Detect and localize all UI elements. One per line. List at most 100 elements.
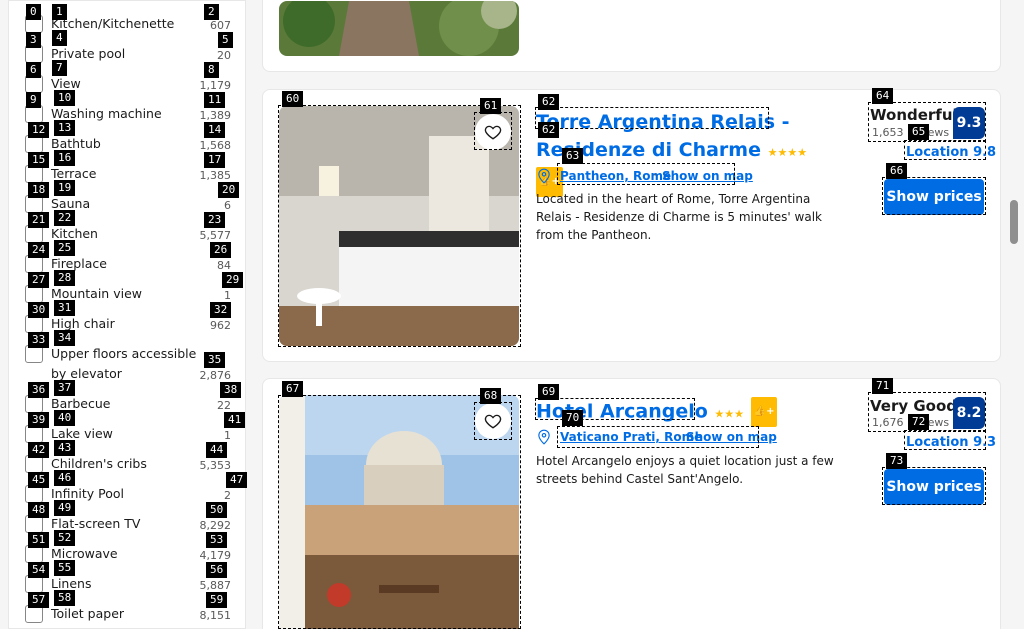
map-pin-icon xyxy=(538,168,550,184)
annotation-badge: 3 xyxy=(26,32,41,48)
heart-icon xyxy=(484,125,502,140)
filter-count: 6 xyxy=(224,199,231,212)
show-on-map-link[interactable]: Show on map xyxy=(686,430,777,444)
annotation-badge: 22 xyxy=(54,210,76,226)
rating-stars: ★★★★ xyxy=(767,146,808,159)
annotation-badge: 47 xyxy=(226,472,248,488)
annotation-badge: 68 xyxy=(480,388,502,404)
filter-count: 4,179 xyxy=(199,549,232,562)
annotation-badge: 39 xyxy=(28,412,50,428)
annotation-badge: 48 xyxy=(28,502,50,518)
filter-count: 2 xyxy=(224,489,231,502)
annotation-badge: 62 xyxy=(538,94,560,110)
hotel-description: Located in the heart of Rome, Torre Arge… xyxy=(536,192,822,242)
filter-label: Toilet paper xyxy=(51,606,125,621)
annotation-badge: 1 xyxy=(52,4,67,20)
show-on-map-link[interactable]: Show on map xyxy=(662,169,753,183)
annotation-badge: 51 xyxy=(28,532,50,548)
filter-count: 5,353 xyxy=(199,459,232,472)
location-score: Location 9.3 xyxy=(906,435,997,450)
annotation-badge: 31 xyxy=(54,300,76,316)
annotation-badge: 65 xyxy=(908,124,930,140)
annotation-badge: 72 xyxy=(908,414,930,430)
filter-count: 1,568 xyxy=(199,139,232,152)
annotation-badge: 53 xyxy=(206,532,228,548)
page-scrollbar[interactable] xyxy=(1010,0,1022,629)
annotation-badge: 50 xyxy=(206,502,228,518)
filter-count: 8,151 xyxy=(199,609,232,622)
annotation-badge: 45 xyxy=(28,472,50,488)
show-prices-button[interactable]: Show prices xyxy=(884,179,984,215)
annotation-badge: 43 xyxy=(54,440,76,456)
annotation-badge: 29 xyxy=(222,272,244,288)
filter-count: 20 xyxy=(217,49,231,62)
heart-icon xyxy=(484,414,502,429)
annotation-badge: 28 xyxy=(54,270,76,286)
filter-label: Kitchen/Kitchenette xyxy=(51,16,175,31)
separator-dot: · xyxy=(653,168,657,182)
annotation-badge: 21 xyxy=(28,212,50,228)
annotation-badge: 19 xyxy=(54,180,76,196)
annotation-badge: 13 xyxy=(54,120,76,136)
annotation-badge: 11 xyxy=(204,92,226,108)
annotation-badge: 12 xyxy=(28,122,50,138)
filter-count: 1,385 xyxy=(199,169,232,182)
hotel-name-line1: Torre Argentina Relais - xyxy=(536,111,790,133)
filter-count: 1,389 xyxy=(199,109,232,122)
annotation-badge: 23 xyxy=(204,212,226,228)
review-score-badge: 9.3 xyxy=(953,107,985,139)
annotation-badge: 40 xyxy=(54,410,76,426)
annotation-badge: 18 xyxy=(28,182,50,198)
search-results-page: Kitchen/Kitchenette 607 Private pool 20 Vi… xyxy=(0,0,1024,629)
filter-count: 2,876 xyxy=(199,369,232,382)
scrollbar-thumb[interactable] xyxy=(1010,200,1018,244)
filter-count: 962 xyxy=(210,319,231,332)
hotel-location-link[interactable]: Vaticano Prati, Rome xyxy=(560,430,702,444)
review-score-word: Wonderful xyxy=(870,106,958,124)
save-favorite-button[interactable] xyxy=(475,114,511,150)
annotation-badge: 69 xyxy=(538,384,560,400)
hotel-card: Torre Argentina Relais - Residenze di Ch… xyxy=(262,89,1001,362)
hotel-photo[interactable] xyxy=(279,1,519,56)
annotation-badge: 70 xyxy=(562,410,584,426)
hotel-card: Hotel Arcangelo ★★★ 👍+ Vaticano Prati, R… xyxy=(262,378,1001,629)
filter-count: 1 xyxy=(224,429,231,442)
annotation-badge: 20 xyxy=(218,182,240,198)
annotation-badge: 9 xyxy=(26,92,41,108)
show-prices-button[interactable]: Show prices xyxy=(884,469,984,505)
hotel-card-previous xyxy=(262,0,1001,72)
save-favorite-button[interactable] xyxy=(475,403,511,439)
annotation-badge: 64 xyxy=(872,88,894,104)
annotation-badge: 55 xyxy=(54,560,76,576)
annotation-badge: 32 xyxy=(210,302,232,318)
review-score-word: Very Good xyxy=(870,397,958,415)
annotation-badge: 46 xyxy=(54,470,76,486)
filter-count: 84 xyxy=(217,259,231,272)
annotation-badge: 58 xyxy=(54,590,76,606)
annotation-badge: 42 xyxy=(28,442,50,458)
annotation-badge: 54 xyxy=(28,562,50,578)
annotation-badge: 0 xyxy=(26,4,41,20)
annotation-badge: 26 xyxy=(210,242,232,258)
annotation-badge: 60 xyxy=(282,91,304,107)
filter-count: 8,292 xyxy=(199,519,232,532)
hotel-name-line2: Residenze di Charme ★★★★ 👍+ xyxy=(536,136,836,197)
annotation-badge: 4 xyxy=(52,30,67,46)
annotation-badge: 14 xyxy=(204,122,226,138)
annotation-badge: 62 xyxy=(538,122,560,138)
annotation-badge: 16 xyxy=(54,150,76,166)
annotation-badge: 25 xyxy=(54,240,76,256)
annotation-badge: 38 xyxy=(220,382,242,398)
annotation-badge: 2 xyxy=(204,4,219,20)
separator-dot: · xyxy=(677,429,681,443)
annotation-badge: 73 xyxy=(886,453,908,469)
annotation-badge: 33 xyxy=(28,332,50,348)
annotation-badge: 71 xyxy=(872,378,894,394)
annotation-badge: 27 xyxy=(28,272,50,288)
review-score-badge: 8.2 xyxy=(953,397,985,429)
annotation-badge: 34 xyxy=(54,330,76,346)
annotation-badge: 5 xyxy=(218,32,233,48)
preferred-plus-badge: 👍+ xyxy=(750,397,778,427)
filter-label: Upper floors accessible by elevator xyxy=(51,346,197,381)
annotation-badge: 49 xyxy=(54,500,76,516)
